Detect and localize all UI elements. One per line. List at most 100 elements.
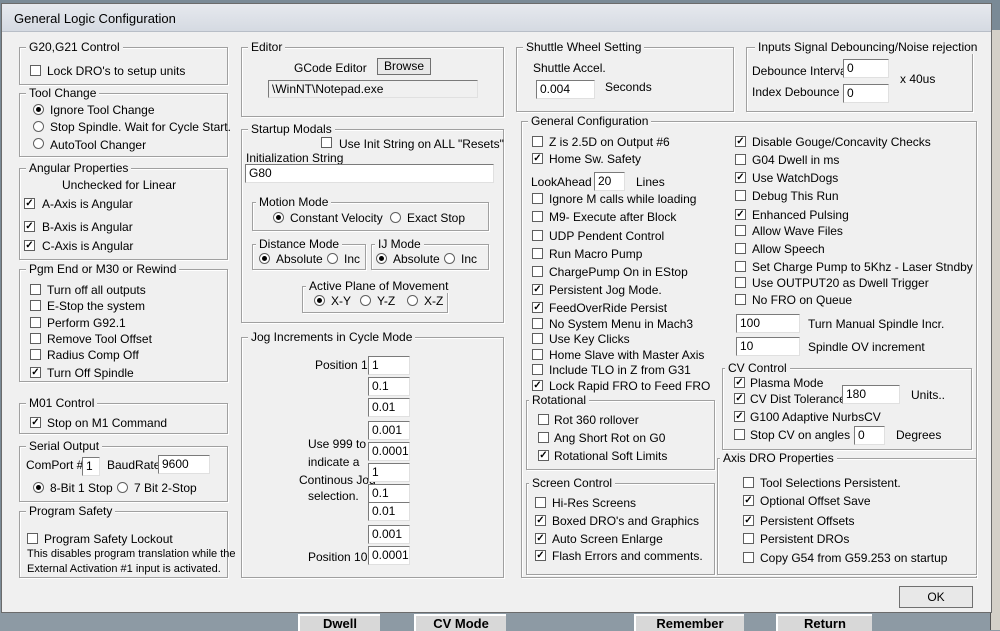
flash-errors-checkbox[interactable]: ✓ [535,550,546,561]
plane-yz-radio[interactable] [360,295,371,306]
enhanced-pulsing-checkbox[interactable]: ✓ [735,209,746,220]
comport-input[interactable]: 1 [82,457,100,476]
program-safety-lockout-checkbox[interactable] [27,533,38,544]
g100-adaptive-checkbox[interactable]: ✓ [734,411,745,422]
debug-this-run-checkbox[interactable] [735,190,746,201]
remove-tool-offset-checkbox[interactable] [30,333,41,344]
use-watchdogs-checkbox[interactable]: ✓ [735,172,746,183]
hi-res-screens-checkbox[interactable] [535,497,546,508]
charge-pump-5khz-checkbox[interactable] [735,261,746,272]
debounce-interval-input[interactable]: 0 [843,59,889,78]
jog-position-input[interactable]: 0.01 [368,398,410,417]
stop-cv-angles-checkbox[interactable] [734,429,745,440]
ignore-tool-change-radio[interactable] [33,104,44,115]
jog-position-input[interactable]: 0.01 [368,502,410,521]
plasma-mode-checkbox[interactable]: ✓ [734,377,745,388]
shuttle-accel-input[interactable]: 0.004 [536,80,595,99]
perform-g921-checkbox[interactable] [30,317,41,328]
estop-system-checkbox[interactable] [30,300,41,311]
include-tlo-checkbox[interactable] [532,364,543,375]
jog-position-input[interactable]: 0.1 [368,377,410,396]
optional-offset-save-checkbox[interactable]: ✓ [743,495,754,506]
turn-off-spindle-checkbox[interactable]: ✓ [30,367,41,378]
persistent-offsets-checkbox[interactable]: ✓ [743,515,754,526]
jog-position-input[interactable]: 0.001 [368,421,410,440]
jog-position-input[interactable]: 0.1 [368,484,410,503]
jog-position-input[interactable]: 0.0001 [368,442,410,461]
disable-gouge-checkbox[interactable]: ✓ [735,136,746,147]
use-key-clicks-checkbox[interactable] [532,333,543,344]
rotational-soft-limits-checkbox[interactable]: ✓ [538,450,549,461]
allow-speech-checkbox[interactable] [735,243,746,254]
b-axis-angular-checkbox[interactable]: ✓ [24,221,35,232]
tool-selections-persistent-checkbox[interactable] [743,477,754,488]
ij-inc-radio[interactable] [444,253,455,264]
checkbox-label: A-Axis is Angular [42,197,133,211]
jog-position-input[interactable]: 0.001 [368,525,410,544]
ok-button[interactable]: OK [899,586,973,608]
spindle-ov-input[interactable]: 10 [736,337,800,356]
copy-g54-checkbox[interactable] [743,552,754,563]
use-output20-checkbox[interactable] [735,277,746,288]
bg-return-button[interactable]: Return [776,614,872,631]
editor-path-field[interactable]: \WinNT\Notepad.exe [268,80,478,98]
turn-off-outputs-checkbox[interactable] [30,284,41,295]
lock-dros-checkbox[interactable] [30,65,41,76]
persistent-jog-checkbox[interactable]: ✓ [532,284,543,295]
plane-xy-radio[interactable] [314,295,325,306]
feedoverride-persist-checkbox[interactable]: ✓ [532,302,543,313]
position1-label: Position 1 [315,358,368,372]
no-system-menu-checkbox[interactable] [532,318,543,329]
plane-xz-radio[interactable] [407,295,418,306]
checkbox-label: Debug This Run [752,189,839,203]
bg-remember-button[interactable]: Remember [634,614,744,631]
no-fro-queue-checkbox[interactable] [735,294,746,305]
use-init-string-checkbox[interactable] [321,137,332,148]
distance-inc-radio[interactable] [327,253,338,264]
g04-dwell-ms-checkbox[interactable] [735,154,746,165]
init-string-input[interactable]: G80 [245,164,494,183]
radius-comp-off-checkbox[interactable] [30,349,41,360]
auto-screen-enlarge-checkbox[interactable]: ✓ [535,533,546,544]
cv-dist-input[interactable]: 180 [842,385,900,404]
rot-360-rollover-checkbox[interactable] [538,414,549,425]
m9-execute-checkbox[interactable] [532,211,543,222]
persistent-dros-checkbox[interactable] [743,533,754,544]
jog-position-input[interactable]: 1 [368,356,410,375]
z-25d-checkbox[interactable] [532,136,543,147]
home-sw-safety-checkbox[interactable]: ✓ [532,153,543,164]
jog-position-input[interactable]: 0.0001 [368,546,410,565]
index-debounce-input[interactable]: 0 [843,84,889,103]
chargepump-estop-checkbox[interactable] [532,266,543,277]
distance-absolute-radio[interactable] [259,253,270,264]
bg-cv-mode-button[interactable]: CV Mode [414,614,506,631]
bg-dwell-button[interactable]: Dwell [298,614,380,631]
ij-absolute-radio[interactable] [376,253,387,264]
a-axis-angular-checkbox[interactable]: ✓ [24,198,35,209]
jog-position-input[interactable]: 1 [368,463,410,482]
run-macro-pump-checkbox[interactable] [532,248,543,259]
lock-rapid-fro-checkbox[interactable]: ✓ [532,380,543,391]
constant-velocity-radio[interactable] [273,212,284,223]
stop-spindle-radio[interactable] [33,121,44,132]
ignore-m-calls-checkbox[interactable] [532,193,543,204]
ang-short-rot-checkbox[interactable] [538,432,549,443]
udp-pendent-checkbox[interactable] [532,230,543,241]
7bit-2stop-radio[interactable] [117,482,128,493]
spindle-incr-input[interactable]: 100 [736,314,800,333]
8bit-1stop-radio[interactable] [33,482,44,493]
group-title: Program Safety [26,504,116,518]
stop-m1-checkbox[interactable]: ✓ [30,417,41,428]
cv-dist-tolerance-checkbox[interactable]: ✓ [734,393,745,404]
browse-button[interactable]: Browse [377,58,431,75]
allow-wave-files-checkbox[interactable] [735,225,746,236]
c-axis-angular-checkbox[interactable]: ✓ [24,240,35,251]
checkbox-label: UDP Pendent Control [549,229,665,243]
lookahead-input[interactable]: 20 [594,172,625,191]
autotool-changer-radio[interactable] [33,138,44,149]
stop-cv-angle-input[interactable]: 0 [854,426,885,445]
home-slave-checkbox[interactable] [532,349,543,360]
boxed-dros-checkbox[interactable]: ✓ [535,515,546,526]
exact-stop-radio[interactable] [390,212,401,223]
baudrate-input[interactable]: 9600 [158,455,210,474]
